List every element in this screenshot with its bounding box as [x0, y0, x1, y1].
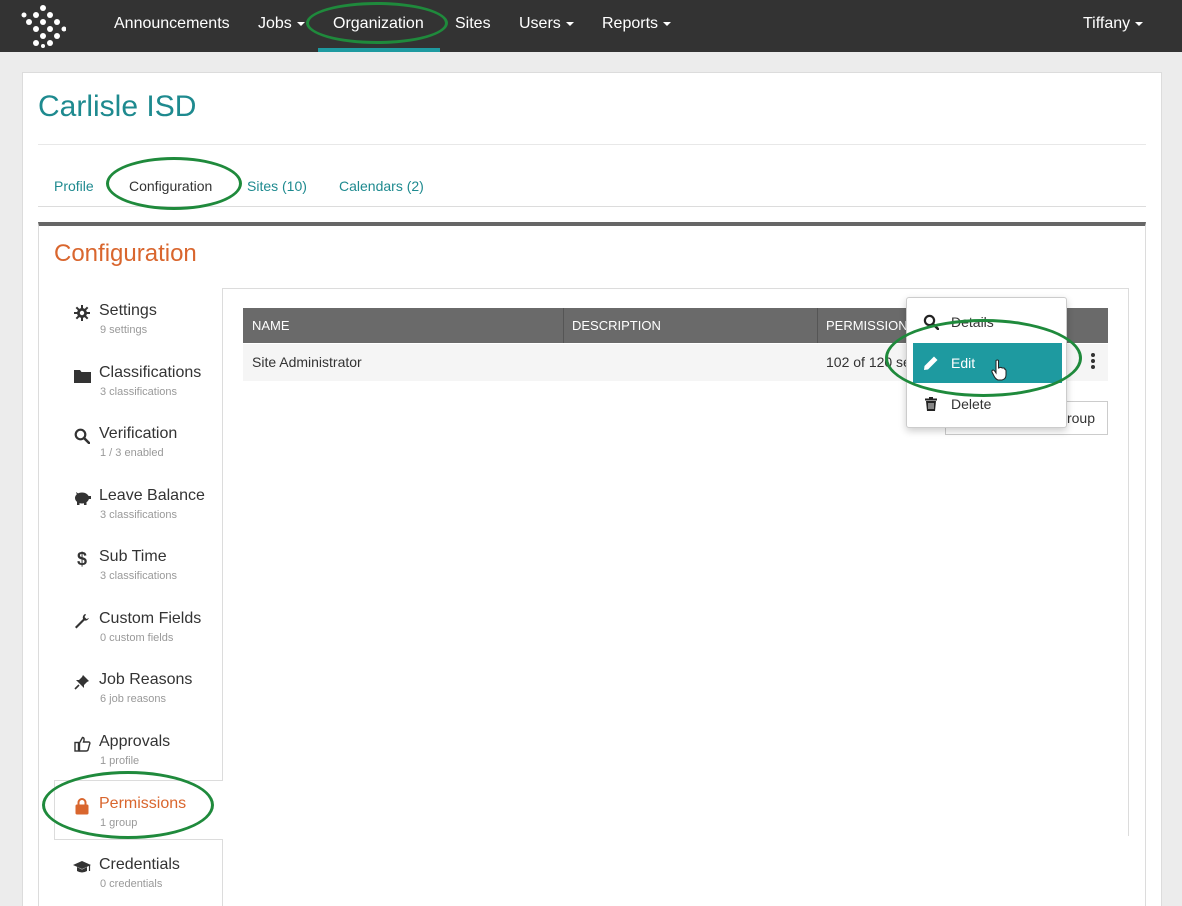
menu-item-label: Delete — [951, 396, 992, 412]
sidebar-item-label: Permissions — [99, 795, 187, 812]
sidebar-item-sub-time[interactable]: $ Sub Time 3 classifications — [54, 542, 223, 604]
cell-description — [563, 344, 572, 381]
sidebar-item-count: 3 classifications — [100, 386, 178, 398]
sidebar-item-label: Sub Time — [99, 548, 167, 565]
nav-announcements[interactable]: Announcements — [114, 0, 230, 52]
sidebar-item-label: Job Reasons — [99, 671, 193, 688]
caret-down-icon — [296, 21, 305, 26]
sidebar-item-classifications[interactable]: Classifications 3 classifications — [54, 358, 223, 420]
sidebar-item-label: Settings — [99, 302, 157, 319]
sidebar-item-job-reasons[interactable]: Job Reasons 6 job reasons — [54, 665, 223, 727]
sidebar-item-count: 3 classifications — [100, 509, 178, 521]
row-actions-kebab-icon[interactable] — [1086, 352, 1100, 372]
tabs-divider — [38, 206, 1146, 207]
sidebar-item-count: 3 classifications — [100, 570, 178, 582]
sidebar-item-label: Approvals — [99, 733, 171, 750]
tab-profile[interactable]: Profile — [54, 178, 94, 194]
menu-item-label: Edit — [951, 355, 976, 371]
column-header-name[interactable]: NAME — [243, 308, 564, 343]
sidebar-item-label: Verification — [99, 425, 178, 442]
column-header-description[interactable]: DESCRIPTION — [563, 308, 818, 343]
top-navbar: Announcements Jobs Organization Sites Us… — [0, 0, 1182, 52]
caret-down-icon — [565, 21, 574, 26]
pin-icon — [72, 672, 92, 692]
wrench-icon — [72, 611, 92, 631]
sidebar-item-count: 1 / 3 enabled — [100, 447, 164, 459]
cell-permissions: 102 of 120 se — [826, 354, 911, 370]
pencil-icon — [924, 356, 938, 370]
dollar-icon: $ — [76, 548, 87, 569]
sidebar-item-count: 1 profile — [100, 755, 140, 767]
sidebar-item-label: Credentials — [99, 856, 180, 873]
page-title: Carlisle ISD — [38, 90, 197, 123]
menu-item-details[interactable]: Details — [913, 302, 1062, 342]
gear-icon — [72, 303, 92, 323]
row-actions-menu: Details Edit Delete — [906, 297, 1067, 428]
nav-users[interactable]: Users — [519, 0, 574, 52]
user-menu[interactable]: Tiffany — [1083, 0, 1144, 52]
sidebar-item-credentials[interactable]: Credentials 0 credentials — [54, 850, 223, 906]
thumbs-up-icon — [72, 734, 92, 754]
tab-sites[interactable]: Sites (10) — [247, 178, 307, 194]
lock-icon — [72, 796, 92, 816]
sidebar-item-count: 1 group — [100, 817, 138, 829]
sidebar-item-approvals[interactable]: Approvals 1 profile — [54, 727, 223, 789]
trash-icon — [925, 397, 937, 411]
sidebar-item-label: Classifications — [99, 364, 202, 381]
nav-organization[interactable]: Organization — [333, 0, 424, 52]
search-icon — [72, 426, 92, 446]
sidebar-item-count: 0 credentials — [100, 878, 163, 890]
nav-jobs[interactable]: Jobs — [258, 0, 305, 52]
search-icon — [923, 314, 939, 330]
sidebar-item-settings[interactable]: Settings 9 settings — [54, 296, 223, 358]
menu-item-edit[interactable]: Edit — [913, 343, 1062, 383]
sidebar-item-label: Custom Fields — [99, 610, 202, 627]
nav-sites[interactable]: Sites — [455, 0, 491, 52]
tab-configuration[interactable]: Configuration — [129, 178, 212, 194]
tab-calendars[interactable]: Calendars (2) — [339, 178, 424, 194]
folder-icon — [72, 365, 92, 385]
cell-name: Site Administrator — [252, 354, 362, 370]
sidebar-item-count: 0 custom fields — [100, 632, 174, 644]
section-title: Configuration — [54, 240, 197, 267]
menu-item-label: Details — [951, 314, 994, 330]
sidebar-item-count: 9 settings — [100, 324, 148, 336]
nav-active-indicator — [318, 48, 440, 52]
piggy-bank-icon — [72, 488, 92, 508]
sidebar-item-verification[interactable]: Verification 1 / 3 enabled — [54, 419, 223, 481]
sidebar-item-custom-fields[interactable]: Custom Fields 0 custom fields — [54, 604, 223, 666]
sidebar-item-count: 6 job reasons — [100, 693, 167, 705]
menu-item-delete[interactable]: Delete — [913, 384, 1062, 424]
sidebar-item-leave-balance[interactable]: Leave Balance 3 classifications — [54, 481, 223, 543]
sidebar-item-label: Leave Balance — [99, 487, 205, 504]
nav-reports[interactable]: Reports — [602, 0, 672, 52]
sidebar-item-permissions[interactable]: Permissions 1 group — [54, 789, 223, 851]
hand-pointer-icon — [991, 359, 1007, 381]
divider — [38, 144, 1146, 145]
graduation-cap-icon — [72, 857, 92, 877]
logo-icon[interactable] — [20, 4, 66, 48]
caret-down-icon — [1135, 21, 1144, 26]
caret-down-icon — [663, 21, 672, 26]
